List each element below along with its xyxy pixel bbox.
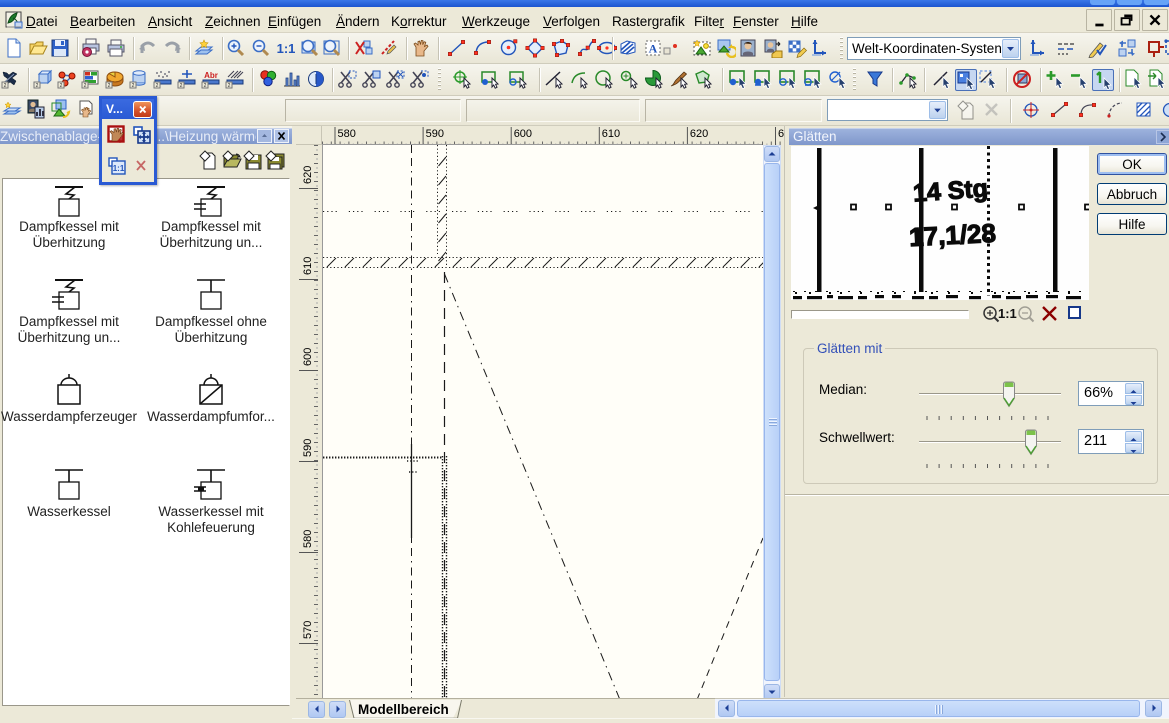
svg-text:2: 2 xyxy=(228,83,231,89)
svg-text:620: 620 xyxy=(302,166,314,184)
svg-text:590: 590 xyxy=(302,439,314,457)
svg-text:590: 590 xyxy=(426,128,444,140)
svg-text:14 Stg: 14 Stg xyxy=(912,174,989,207)
svg-text:570: 570 xyxy=(302,621,314,639)
svg-text:2: 2 xyxy=(132,83,135,89)
svg-text:2: 2 xyxy=(180,83,183,89)
svg-text:600: 600 xyxy=(514,128,532,140)
svg-text:610: 610 xyxy=(302,257,314,275)
svg-text:2: 2 xyxy=(60,83,63,89)
svg-text:2: 2 xyxy=(156,83,159,89)
svg-text:610: 610 xyxy=(602,128,620,140)
svg-text:2: 2 xyxy=(4,83,7,89)
svg-text:2: 2 xyxy=(84,83,87,89)
svg-text:17,1/28: 17,1/28 xyxy=(908,218,996,252)
svg-text:580: 580 xyxy=(338,128,356,140)
svg-text:2: 2 xyxy=(36,83,39,89)
svg-text:Abr: Abr xyxy=(204,71,218,80)
svg-text:A: A xyxy=(649,42,658,56)
svg-text:1:1: 1:1 xyxy=(277,41,296,56)
svg-text:1:1: 1:1 xyxy=(113,164,125,173)
svg-text:620: 620 xyxy=(690,128,708,140)
svg-text:2: 2 xyxy=(204,83,207,89)
svg-text:580: 580 xyxy=(302,530,314,548)
svg-text:600: 600 xyxy=(302,348,314,366)
svg-text:2: 2 xyxy=(108,83,111,89)
